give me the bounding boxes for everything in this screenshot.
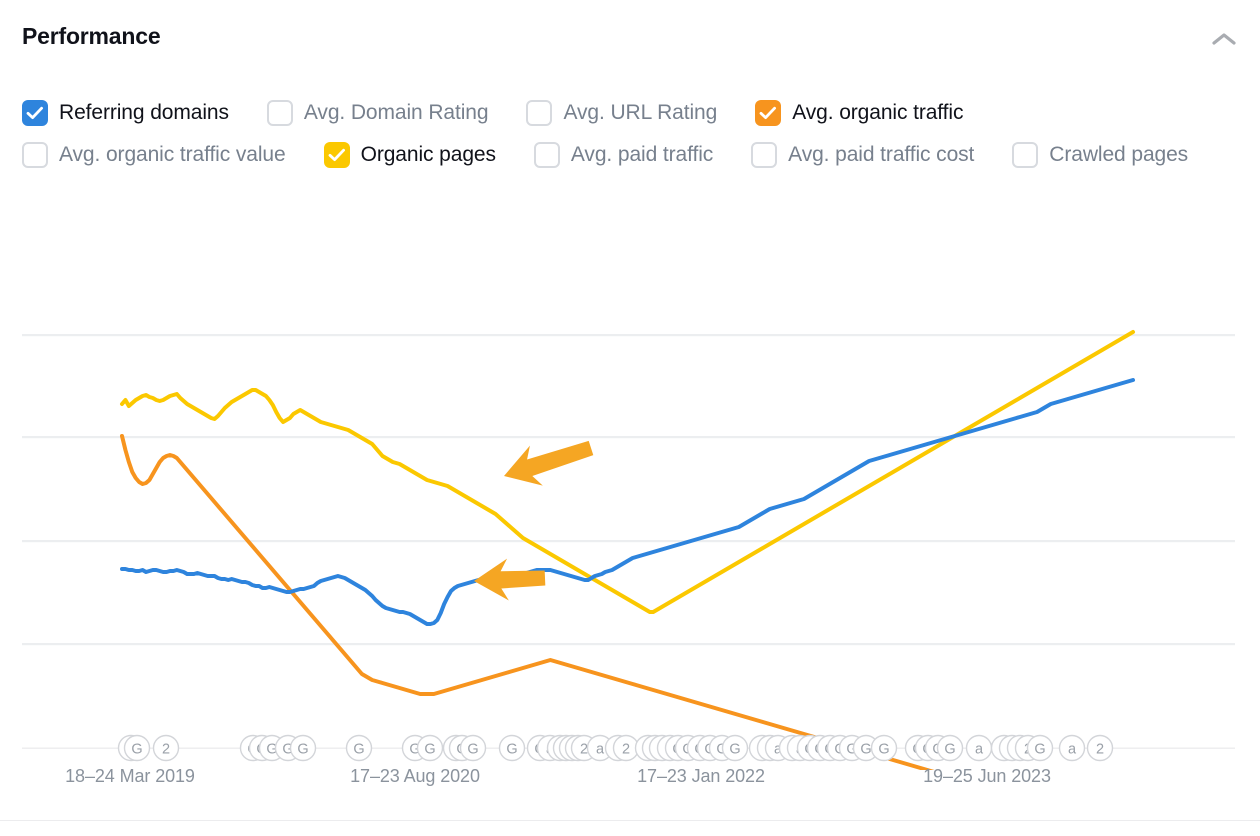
badge-label: G <box>944 741 955 757</box>
checkbox-unchecked-icon[interactable] <box>526 100 552 126</box>
metric-toggle-referring-domains[interactable]: Referring domains <box>22 92 229 134</box>
metric-toggle-crawled-pages[interactable]: Crawled pages <box>1012 134 1188 176</box>
metric-toggle-label: Avg. paid traffic <box>571 143 713 167</box>
algorithm-update-badge[interactable]: G <box>125 736 150 761</box>
x-axis-tick-label: 17–23 Aug 2020 <box>350 766 480 787</box>
panel-bottom-divider <box>0 820 1260 821</box>
algorithm-update-badge[interactable]: G <box>461 736 486 761</box>
checkbox-unchecked-icon[interactable] <box>22 142 48 168</box>
checkbox-unchecked-icon[interactable] <box>267 100 293 126</box>
metric-toggle-avg-domain-rating[interactable]: Avg. Domain Rating <box>267 92 489 134</box>
badge-label: a <box>975 741 984 757</box>
gridline <box>22 436 1235 438</box>
algorithm-update-badge[interactable]: 2 <box>1088 736 1113 761</box>
gridline <box>22 643 1235 645</box>
performance-panel: Performance Referring domains Avg. Domain… <box>0 0 1260 836</box>
algorithm-update-badge[interactable]: G <box>418 736 443 761</box>
page-title: Performance <box>22 22 160 50</box>
series-line-referring-domains <box>122 380 1133 624</box>
metric-toggle-label: Crawled pages <box>1049 143 1188 167</box>
checkbox-unchecked-icon[interactable] <box>534 142 560 168</box>
series-line-avg-organic-traffic <box>122 436 1133 770</box>
chart-canvas[interactable]: GG2GGGGGGGGGGGGGa22222aG2GGGGGGGGGGaGaGa… <box>0 300 1260 770</box>
badge-label: G <box>729 741 740 757</box>
badge-label: 2 <box>1096 741 1104 757</box>
metric-toggle-list: Referring domains Avg. Domain Rating Avg. … <box>22 92 1238 176</box>
algorithm-update-badge[interactable]: G <box>723 736 748 761</box>
badge-label: 2 <box>580 741 588 757</box>
callout-arrow-organic-pages <box>504 441 593 486</box>
metric-toggle-avg-paid-traffic[interactable]: Avg. paid traffic <box>534 134 713 176</box>
algorithm-update-badge[interactable]: 2 <box>154 736 179 761</box>
algorithm-update-badge[interactable]: G <box>1028 736 1053 761</box>
badge-label: G <box>467 741 478 757</box>
badge-label: a <box>596 741 605 757</box>
metric-toggle-label: Avg. organic traffic value <box>59 143 286 167</box>
badge-label: G <box>1034 741 1045 757</box>
checkbox-checked-icon[interactable] <box>755 100 781 126</box>
algorithm-update-badge[interactable]: G <box>938 736 963 761</box>
badge-label: 2 <box>622 741 630 757</box>
checkbox-unchecked-icon[interactable] <box>1012 142 1038 168</box>
badge-label: G <box>860 741 871 757</box>
chevron-up-icon[interactable] <box>1206 24 1242 54</box>
badge-label: a <box>1068 741 1077 757</box>
checkbox-unchecked-icon[interactable] <box>751 142 777 168</box>
x-axis-tick-label: 17–23 Jan 2022 <box>637 766 765 787</box>
badge-label: G <box>878 741 889 757</box>
badge-label: G <box>424 741 435 757</box>
gridline <box>22 334 1235 336</box>
metric-toggle-avg-url-rating[interactable]: Avg. URL Rating <box>526 92 717 134</box>
x-axis-tick-label: 19–25 Jun 2023 <box>923 766 1051 787</box>
metric-toggle-label: Avg. Domain Rating <box>304 101 489 125</box>
badge-label: G <box>506 741 517 757</box>
checkbox-checked-icon[interactable] <box>22 100 48 126</box>
metric-toggle-organic-pages[interactable]: Organic pages <box>324 134 496 176</box>
gridline <box>22 540 1235 542</box>
badge-label: G <box>131 741 142 757</box>
algorithm-update-badge[interactable]: a <box>1060 736 1085 761</box>
callout-arrow-organic-traffic <box>474 559 545 601</box>
metric-toggle-avg-organic-traffic[interactable]: Avg. organic traffic <box>755 92 963 134</box>
algorithm-update-badge[interactable]: G <box>872 736 897 761</box>
panel-header: Performance <box>22 22 1238 62</box>
badge-label: G <box>353 741 364 757</box>
checkbox-checked-icon[interactable] <box>324 142 350 168</box>
algorithm-update-badge[interactable]: G <box>500 736 525 761</box>
x-axis-tick-label: 18–24 Mar 2019 <box>65 766 195 787</box>
algorithm-update-badge[interactable]: 2 <box>614 736 639 761</box>
metric-toggle-label: Avg. paid traffic cost <box>788 143 974 167</box>
algorithm-update-badge[interactable]: a <box>967 736 992 761</box>
metric-toggle-label: Avg. URL Rating <box>563 101 717 125</box>
metric-toggle-avg-paid-traffic-cost[interactable]: Avg. paid traffic cost <box>751 134 974 176</box>
metric-toggle-avg-organic-traffic-value[interactable]: Avg. organic traffic value <box>22 134 286 176</box>
series-layer <box>122 332 1133 770</box>
x-axis-labels: 18–24 Mar 2019 17–23 Aug 2020 17–23 Jan 20… <box>0 766 1260 796</box>
badge-label: 2 <box>162 741 170 757</box>
performance-chart: GG2GGGGGGGGGGGGGa22222aG2GGGGGGGGGGaGaGa… <box>0 300 1260 770</box>
metric-toggle-label: Organic pages <box>361 143 496 167</box>
badge-label: G <box>297 741 308 757</box>
metric-toggle-label: Avg. organic traffic <box>792 101 963 125</box>
algorithm-update-badge[interactable]: G <box>347 736 372 761</box>
metric-toggle-label: Referring domains <box>59 101 229 125</box>
algorithm-update-badge[interactable]: G <box>291 736 316 761</box>
